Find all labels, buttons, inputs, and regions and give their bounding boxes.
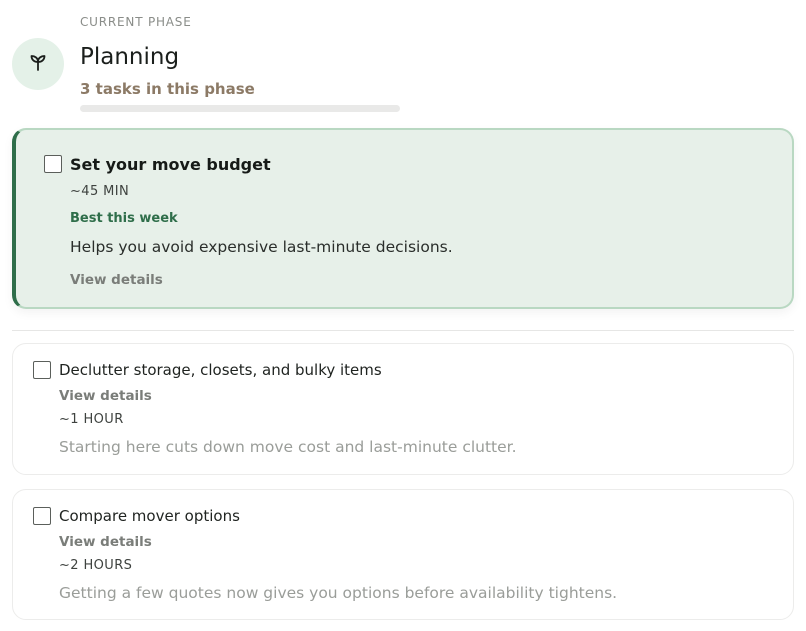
featured-task-time: ~45 MIN [70, 184, 130, 199]
phase-title: Planning [80, 44, 180, 70]
task-title: Compare mover options [59, 507, 240, 525]
featured-task-badge: Best this week [70, 211, 178, 226]
featured-task-title: Set your move budget [70, 155, 271, 174]
task-description: Getting a few quotes now gives you optio… [59, 584, 618, 602]
task-checkbox[interactable] [33, 507, 51, 525]
task-time: ~1 HOUR [59, 412, 124, 427]
phase-task-count: 3 tasks in this phase [80, 80, 255, 98]
task-view-details-link[interactable]: View details [59, 534, 152, 550]
featured-task-description: Helps you avoid expensive last-minute de… [70, 238, 453, 256]
phase-progress-bar [80, 105, 400, 112]
featured-task-view-details-link[interactable]: View details [70, 272, 163, 288]
featured-task-checkbox[interactable] [44, 155, 62, 173]
phase-eyebrow: CURRENT PHASE [80, 15, 192, 29]
task-title: Declutter storage, closets, and bulky it… [59, 361, 382, 379]
phase-icon-badge [12, 38, 64, 90]
task-checkbox[interactable] [33, 361, 51, 379]
task-card: Declutter storage, closets, and bulky it… [12, 343, 794, 475]
sprout-icon [28, 52, 48, 76]
featured-task-card: Set your move budget ~45 MIN Best this w… [12, 128, 794, 309]
section-divider [12, 330, 794, 331]
task-view-details-link[interactable]: View details [59, 388, 152, 404]
task-card: Compare mover options View details ~2 HO… [12, 489, 794, 620]
task-time: ~2 HOURS [59, 558, 133, 573]
task-description: Starting here cuts down move cost and la… [59, 438, 517, 456]
